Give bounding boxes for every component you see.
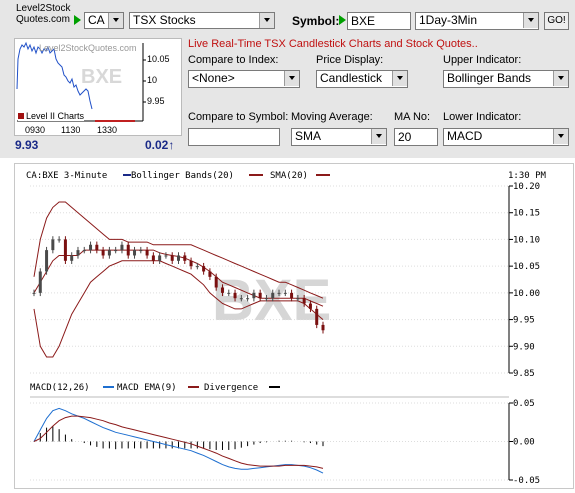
candle-body <box>271 292 275 299</box>
candle-body <box>264 298 268 300</box>
candle-body <box>177 255 180 261</box>
price-tick-label: 10.10 <box>513 235 540 245</box>
candle-body <box>107 250 111 256</box>
candle-body <box>38 271 42 293</box>
macd-tick-label: -0.05 <box>513 476 540 486</box>
candle-body <box>220 287 224 293</box>
candle-body <box>101 250 105 256</box>
candle-body <box>290 292 294 299</box>
price-tick-label: 10.00 <box>513 289 540 299</box>
candle-body <box>202 266 206 272</box>
candle-body <box>252 292 256 299</box>
price-tick-label: 9.85 <box>513 369 535 379</box>
candle-body <box>70 255 74 261</box>
candle-body <box>233 292 237 299</box>
chart-time: 1:30 PM <box>508 171 547 181</box>
candle-body <box>63 239 67 261</box>
candle-body <box>76 250 80 256</box>
candle-body <box>189 260 193 267</box>
candle-body <box>239 298 243 300</box>
candle-body <box>45 250 49 272</box>
macd-ema-legend: MACD EMA(9) <box>117 383 177 393</box>
candle-body <box>296 298 300 300</box>
candle-body <box>195 266 199 268</box>
price-tick-label: 10.20 <box>513 182 540 192</box>
price-tick-label: 9.95 <box>513 316 535 326</box>
candle-body <box>151 255 155 261</box>
legend-sma: SMA(20) <box>270 171 308 181</box>
candle-body <box>227 292 231 294</box>
macd-legend: MACD(12,26) <box>30 383 90 393</box>
price-tick-label: 10.15 <box>513 209 540 219</box>
candle-body <box>258 292 262 299</box>
candle-body <box>120 244 124 251</box>
candle-body <box>308 303 312 309</box>
candle-body <box>208 271 212 277</box>
candle-body <box>114 250 118 252</box>
candle-body <box>246 298 250 300</box>
divergence-legend: Divergence <box>204 383 258 393</box>
macd-tick-label: 0.05 <box>513 399 535 409</box>
candle-body <box>57 239 61 241</box>
candle-body <box>51 239 55 251</box>
legend-symbol: CA:BXE 3-Minute <box>26 171 107 181</box>
candle-body <box>170 255 174 261</box>
candle-body <box>315 308 319 325</box>
candle-body <box>321 324 325 331</box>
macd-tick-label: 0.00 <box>513 438 535 448</box>
candle-body <box>133 250 137 256</box>
candle-body <box>82 250 86 252</box>
candle-body <box>126 244 130 256</box>
candle-body <box>89 244 93 251</box>
candle-body <box>139 250 143 252</box>
price-chart[interactable]: BXE 10.2010.1510.1010.0510.009.959.909.8… <box>0 0 575 493</box>
candle-body <box>302 298 306 304</box>
candle-body <box>214 276 218 288</box>
candle-body <box>158 255 162 261</box>
candle-body <box>145 250 149 256</box>
candle-body <box>283 292 287 294</box>
candle-body <box>183 255 187 261</box>
candle-body <box>32 292 36 294</box>
candle-body <box>164 255 168 257</box>
candle-body <box>277 292 281 294</box>
legend-bb: Bollinger Bands(20) <box>131 171 234 181</box>
candle-body <box>95 244 99 251</box>
price-tick-label: 10.05 <box>513 262 540 272</box>
price-tick-label: 9.90 <box>513 342 535 352</box>
